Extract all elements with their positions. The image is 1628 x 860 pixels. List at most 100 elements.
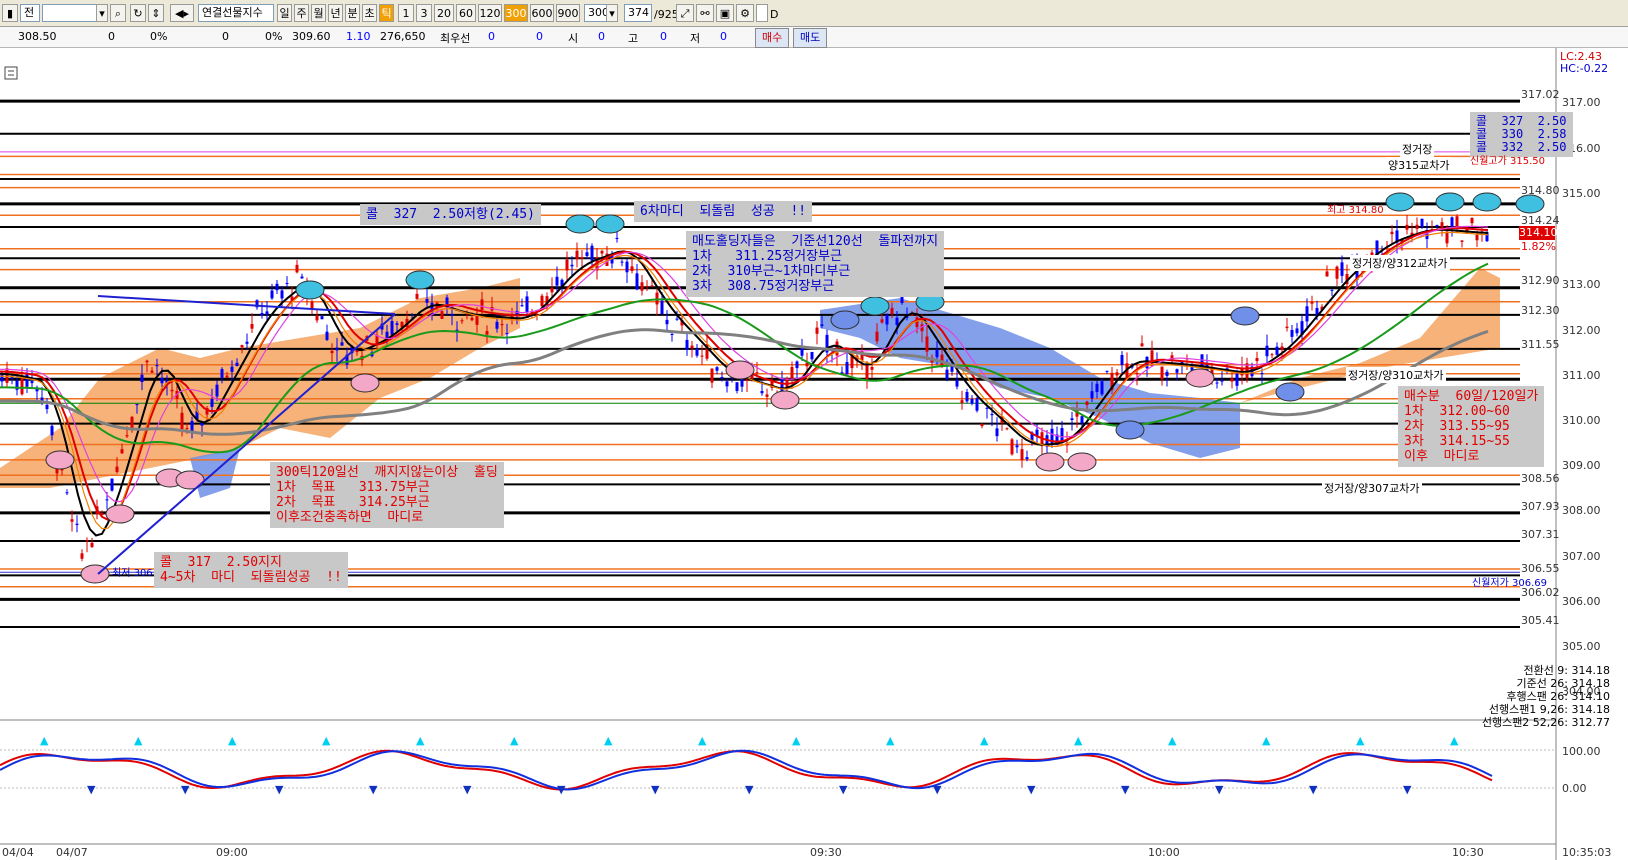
history-icon[interactable]: ↻ [130, 4, 146, 22]
candle-body [500, 324, 504, 326]
candle-body [990, 414, 994, 416]
price-chart[interactable]: ▲ ▼ ▲ ▼ ▲ ▼ ▲ ▼ ▲ ▼ ▲ ▼ ▲ ▼ ▲ ▼ ▲ ▼ ▲ ▼ ▲ ▼ ▲ ▼ ▲ ▼ ▲ ▼ ▲ ▼ ▲ [0, 48, 1628, 860]
candle-body [1095, 383, 1099, 393]
candle-body [1135, 372, 1139, 375]
annotation-call327: 콜 327 2.50저항(2.45) [360, 204, 541, 225]
candle-body [120, 449, 124, 454]
candle-body [1260, 373, 1264, 375]
interval-3[interactable]: 3 [416, 4, 432, 22]
interval-20[interactable]: 20 [434, 4, 454, 22]
candle-body [1005, 428, 1009, 430]
interval-300[interactable]: 300 [504, 4, 528, 22]
candle-body [1020, 449, 1024, 461]
compare-icon[interactable]: ⚯ [696, 4, 714, 22]
oscillator: ▲ ▼ ▲ ▼ ▲ ▼ ▲ ▼ ▲ ▼ ▲ ▼ ▲ ▼ ▲ ▼ ▲ ▼ ▲ ▼ ▲ ▼ ▲ ▼ ▲ ▼ ▲ ▼ ▲ ▼ ▲ [0, 734, 1493, 796]
interval-900[interactable]: 900 [556, 4, 580, 22]
axis-tick-30541: 305.41 [1521, 614, 1560, 627]
period-week[interactable]: 주 [294, 4, 309, 22]
period-second[interactable]: 초 [362, 4, 377, 22]
osc-marker: ▲ [698, 734, 707, 747]
candle-body [955, 379, 959, 387]
candle-body [725, 381, 729, 387]
symbol-input[interactable] [42, 4, 104, 22]
candle-body [1255, 358, 1259, 362]
axis-tick-310: 310.00 [1562, 414, 1601, 427]
highlight-ellipse [1185, 368, 1215, 388]
candle-body [115, 466, 119, 472]
bid-diff: 1.10 [346, 30, 371, 43]
candle-body [450, 314, 454, 316]
interval-1[interactable]: 1 [398, 4, 414, 22]
axis-tick-31155: 311.55 [1521, 338, 1560, 351]
candle-body [110, 478, 114, 491]
checkbox[interactable] [756, 4, 768, 22]
candle-body [650, 285, 654, 287]
chart-area[interactable]: ▲ ▼ ▲ ▼ ▲ ▼ ▲ ▼ ▲ ▼ ▲ ▼ ▲ ▼ ▲ ▼ ▲ ▼ ▲ ▼ ▲ ▼ ▲ ▼ ▲ ▼ ▲ ▼ ▲ ▼ ▲ LC:2.43 … [0, 48, 1628, 860]
label-high-mark: 최고 314.80 [1327, 205, 1384, 216]
candle-body [150, 370, 154, 373]
candle-body [690, 345, 694, 349]
candle-body [135, 403, 139, 406]
save-icon[interactable]: ▣ [716, 4, 734, 22]
osc-marker: ▼ [181, 783, 190, 796]
period-year[interactable]: 년 [328, 4, 343, 22]
chevron-down-icon[interactable]: ▾ [96, 4, 108, 22]
candle-body [715, 367, 719, 371]
best-label: 최우선 [440, 32, 471, 45]
interval-600[interactable]: 600 [530, 4, 554, 22]
candle-body [790, 367, 794, 379]
period-tick[interactable]: 틱 [379, 4, 394, 22]
chart-menu-icon[interactable]: ▮ [2, 4, 18, 22]
candle-body [695, 349, 699, 356]
candle-body [1175, 369, 1179, 373]
period-day[interactable]: 일 [277, 4, 292, 22]
expand-icon[interactable]: ⤢ [676, 4, 694, 22]
candle-body [415, 293, 419, 299]
candle-body [1460, 240, 1464, 242]
highlight-ellipse [1515, 194, 1545, 214]
product-field[interactable]: 연결선물지수 [198, 4, 274, 22]
market-combo[interactable]: 전 [20, 4, 40, 22]
candle-body [1415, 224, 1419, 229]
chevron-down-icon[interactable]: ▾ [606, 4, 618, 22]
gear-icon[interactable]: ⚙ [736, 4, 754, 22]
candle-body [1085, 401, 1089, 405]
volume: 0 [222, 30, 229, 43]
highlight-ellipse [1067, 452, 1097, 472]
label-session-low: 신월저가 306.69 [1472, 578, 1547, 589]
low-label: 저 [690, 32, 701, 45]
page-counter[interactable]: 374 [624, 4, 652, 22]
highlight-ellipse [1275, 382, 1305, 402]
period-minute[interactable]: 분 [345, 4, 360, 22]
candle-body [265, 311, 269, 315]
candle-body [90, 542, 94, 547]
candle-body [1235, 373, 1239, 386]
label-cross315: 양315교차가 [1386, 157, 1452, 173]
candle-body [1100, 381, 1104, 395]
highlight-ellipse [405, 270, 435, 290]
candle-body [125, 435, 129, 437]
axis-tick-30793: 307.93 [1521, 500, 1560, 513]
candle-body [1405, 224, 1409, 230]
candle-body [1275, 346, 1279, 355]
candle-body [800, 347, 804, 356]
buy-button[interactable]: 매수 [755, 28, 790, 48]
candle-body [945, 369, 949, 380]
interval-120[interactable]: 120 [478, 4, 502, 22]
time-label-0407: 04/07 [56, 846, 88, 859]
candle-body [185, 428, 189, 430]
label-low-mark: 최저 306 [112, 568, 153, 579]
volume-pct: 0% [265, 30, 283, 43]
interval-60[interactable]: 60 [456, 4, 476, 22]
highlight-ellipse [1472, 192, 1502, 212]
period-month[interactable]: 월 [311, 4, 326, 22]
price-pct: 0% [150, 30, 168, 43]
candle-body [815, 327, 819, 334]
sell-button[interactable]: 매도 [793, 28, 828, 48]
speaker-icon[interactable]: ◀▸ [170, 4, 194, 22]
highlight-ellipse [1115, 420, 1145, 440]
candle-body [875, 331, 879, 342]
search-icon[interactable]: ⌕ [110, 4, 126, 22]
spin-icon[interactable]: ⇕ [148, 4, 164, 22]
candle-body [70, 519, 74, 522]
